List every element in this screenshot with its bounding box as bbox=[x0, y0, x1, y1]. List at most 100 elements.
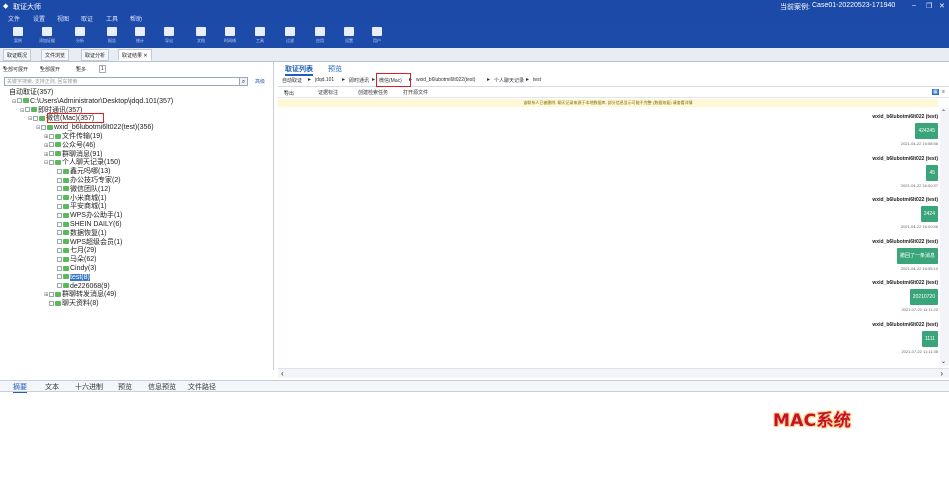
toolbar-button-document[interactable]: 文档 bbox=[189, 26, 213, 46]
tab-info-preview[interactable]: 信息预览 bbox=[148, 382, 176, 392]
tree-node[interactable]: ⊞ 公众号(46) bbox=[44, 141, 95, 150]
tree-checkbox[interactable] bbox=[49, 151, 54, 157]
tree-node[interactable]: 聊天资料(8) bbox=[44, 299, 99, 308]
tree-node[interactable]: 办公技巧专家(2) bbox=[52, 176, 121, 185]
horizontal-scrollbar[interactable]: ‹ › bbox=[278, 368, 949, 378]
toolbar-button-filter[interactable]: 过滤 bbox=[278, 26, 302, 46]
toolbar-button-tool[interactable]: 工具 bbox=[248, 26, 272, 46]
chat-message[interactable]: wxid_b6lubotmi6lt022 (test) 2424 2021-04-2… bbox=[818, 197, 938, 237]
tree-checkbox[interactable] bbox=[57, 239, 62, 245]
breadcrumb-item[interactable]: 即时通讯 bbox=[349, 77, 369, 84]
toolbar-button-analyze[interactable]: 分析 bbox=[68, 26, 92, 46]
tab-file-browse[interactable]: 文件浏览 bbox=[41, 49, 70, 61]
tree-checkbox[interactable] bbox=[49, 300, 54, 306]
tree-node[interactable]: ⊞ 群聊转发消息(49) bbox=[44, 290, 116, 299]
toolbar-button-report[interactable]: 报告 bbox=[100, 26, 124, 46]
chat-message[interactable]: wxid_b6lubotmi6lt022 (test) 1111 2021-07-2… bbox=[818, 322, 938, 362]
breadcrumb-item[interactable]: test bbox=[533, 77, 541, 83]
tree-checkbox[interactable] bbox=[57, 204, 62, 210]
tree-checkbox[interactable] bbox=[57, 265, 62, 271]
tree-checkbox[interactable] bbox=[49, 133, 54, 139]
list-view-icon[interactable]: ≡ bbox=[942, 89, 945, 95]
export-dropdown[interactable]: 导出 ▾ bbox=[284, 89, 294, 97]
toolbar-button-timeline[interactable]: 时间线 bbox=[218, 26, 242, 46]
minimize-button[interactable]: – bbox=[912, 2, 916, 9]
open-source-file-button[interactable]: 打开源文件 bbox=[403, 89, 428, 96]
tree-checkbox[interactable] bbox=[57, 186, 62, 192]
scroll-up-icon[interactable]: ⌃ bbox=[941, 109, 946, 116]
tab-preview[interactable]: 预览 bbox=[328, 64, 342, 74]
search-icon[interactable]: ⌕ bbox=[239, 77, 248, 86]
tab-file-path[interactable]: 文件路径 bbox=[188, 382, 216, 392]
create-search-task-button[interactable]: 创建检索任务 bbox=[358, 89, 388, 96]
toolbar-button-add-evidence[interactable]: 添加证据 bbox=[35, 26, 59, 46]
tree-node[interactable]: 马朵(62) bbox=[52, 255, 96, 264]
chat-message[interactable]: wxid_b6lubotmi6lt022 (test) 45 2021-04-22 … bbox=[818, 156, 938, 196]
tag-button[interactable]: 证据标注 bbox=[318, 89, 338, 96]
tree-checkbox[interactable] bbox=[41, 124, 46, 130]
chat-message[interactable]: wxid_b6lubotmi6lt022 (test) 20210720 2021-… bbox=[818, 280, 938, 320]
scroll-left-icon[interactable]: ‹ bbox=[281, 369, 284, 378]
menu-file[interactable]: 文件 bbox=[8, 14, 20, 23]
chat-message[interactable]: wxid_b6lubotmi6lt022 (test) 撤回了一条消息 2021-0… bbox=[818, 239, 938, 279]
toolbar-button-export[interactable]: 导出 bbox=[157, 26, 181, 46]
scroll-right-icon[interactable]: › bbox=[940, 369, 943, 378]
tree-node[interactable]: 数据恢复(1) bbox=[52, 229, 107, 238]
tree-checkbox[interactable] bbox=[49, 292, 54, 298]
tree-node[interactable]: Cindy(3) bbox=[52, 264, 96, 273]
tree-checkbox[interactable] bbox=[33, 116, 38, 122]
toolbar-button-stats[interactable]: 统计 bbox=[128, 26, 152, 46]
tree-checkbox[interactable] bbox=[57, 248, 62, 254]
toolbar-button-case[interactable]: 案例 bbox=[6, 26, 30, 46]
tab-overview[interactable]: 取证概况 bbox=[3, 49, 32, 61]
tree-node[interactable]: ⊟ C:\Users\Administrator\Desktop\jdqd.101… bbox=[12, 97, 173, 106]
menu-view[interactable]: 视图 bbox=[57, 14, 69, 23]
breadcrumb-item[interactable]: wxid_b6lubotmi6lt022(test) bbox=[416, 77, 475, 83]
tree-checkbox[interactable] bbox=[49, 142, 54, 148]
tree-checkbox[interactable] bbox=[49, 160, 54, 166]
tree-checkbox[interactable] bbox=[57, 168, 62, 174]
tree-checkbox[interactable] bbox=[57, 256, 62, 262]
tree-node[interactable]: WPS超级会员(1) bbox=[52, 238, 123, 247]
expand-dropdown[interactable]: 全部展开 ▾ bbox=[40, 65, 60, 73]
toolbar-button-user[interactable]: 用户 bbox=[365, 26, 389, 46]
tree-node[interactable]: WPS办公助手(1) bbox=[52, 211, 123, 220]
tree-node[interactable]: test(8) bbox=[52, 273, 90, 282]
tree-checkbox[interactable] bbox=[57, 283, 62, 289]
tree-checkbox[interactable] bbox=[57, 177, 62, 183]
tab-analysis[interactable]: 取证分析 bbox=[81, 49, 110, 61]
tree-checkbox[interactable] bbox=[25, 107, 30, 113]
toolbar-button-settings[interactable]: 设置 bbox=[337, 26, 361, 46]
tree-checkbox[interactable] bbox=[57, 274, 62, 280]
tree-node[interactable]: 微信团队(12) bbox=[52, 185, 110, 194]
tab-detail-preview[interactable]: 预览 bbox=[118, 382, 132, 392]
tree-node[interactable]: ⊟ wxid_b6lubotmi6lt022(test)(356) bbox=[36, 123, 154, 132]
tree-node[interactable]: ⊞ 群聊消息(91) bbox=[44, 150, 102, 159]
tree-node[interactable]: SHEIN DAILY(6) bbox=[52, 220, 122, 229]
scroll-down-icon[interactable]: ⌄ bbox=[941, 358, 946, 365]
tree-node[interactable]: ⊞ 文件传输(19) bbox=[44, 132, 102, 141]
tree-checkbox[interactable] bbox=[57, 221, 62, 227]
breadcrumb-item[interactable]: 个人聊天记录 bbox=[494, 77, 524, 84]
breadcrumb-item[interactable]: 自动取证 bbox=[282, 77, 302, 84]
breadcrumb-item[interactable]: jdqd.101 bbox=[315, 77, 334, 83]
tree-checkbox[interactable] bbox=[17, 98, 22, 104]
tree-node[interactable]: de226068(9) bbox=[52, 282, 110, 291]
toolbar-button-apps[interactable]: 应用 bbox=[308, 26, 332, 46]
more-dropdown[interactable]: 更多 ▾ bbox=[76, 65, 86, 73]
tree-node[interactable]: ⊟ 个人聊天记录(150) bbox=[44, 158, 120, 167]
view-toggle-icon[interactable]: ▦ bbox=[932, 89, 939, 95]
tree-node[interactable]: 小米商城(1) bbox=[52, 194, 107, 203]
tree-node[interactable]: 鑫元吗哪(13) bbox=[52, 167, 110, 176]
menu-help[interactable]: 帮助 bbox=[130, 14, 142, 23]
tree-checkbox[interactable] bbox=[57, 212, 62, 218]
tree-checkbox[interactable] bbox=[57, 230, 62, 236]
vertical-scrollbar[interactable]: ⌃ ⌄ bbox=[940, 108, 949, 366]
tree-search-input[interactable]: 关键字搜索, 支持正则, 回车搜索 bbox=[4, 77, 248, 86]
advanced-search-link[interactable]: 高级 bbox=[255, 78, 265, 85]
menu-settings[interactable]: 设置 bbox=[33, 14, 45, 23]
tree-checkbox[interactable] bbox=[57, 195, 62, 201]
tab-hex[interactable]: 十六进制 bbox=[75, 382, 103, 392]
close-button[interactable]: ✕ bbox=[939, 2, 945, 10]
tab-text[interactable]: 文本 bbox=[45, 382, 59, 392]
